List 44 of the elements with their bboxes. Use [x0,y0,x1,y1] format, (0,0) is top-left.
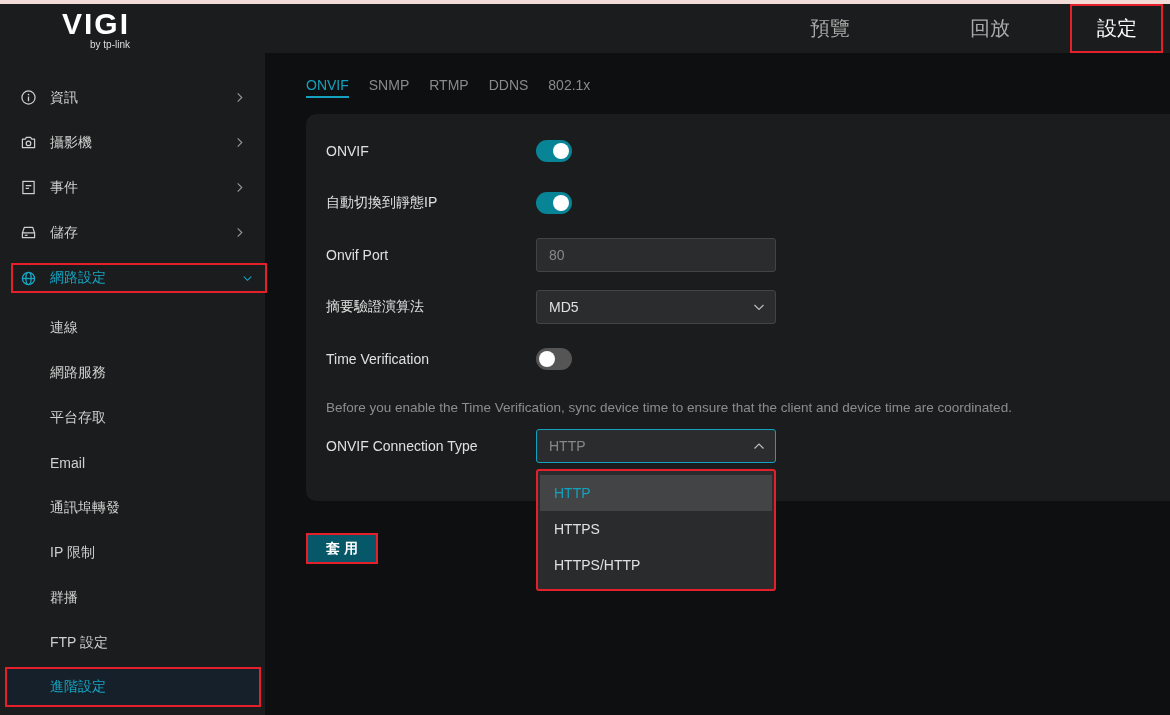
storage-drive-icon [21,225,36,240]
hint-text: Before you enable the Time Verification, sync device time to ensure that the client and device time are coordinated. [326,398,1013,417]
sidebar-item[interactable]: 事件 [0,165,265,210]
toggle-switch[interactable] [536,192,572,214]
sidebar-subitem[interactable]: Email [0,440,265,485]
sidebar-subitem[interactable]: 群播 [0,575,265,620]
top-nav-tab[interactable]: 設定 [1070,4,1163,53]
sidebar-item[interactable]: 網路設定 [11,263,267,293]
sidebar-item[interactable]: 資訊 [0,75,265,120]
sidebar-subitem[interactable]: 網路服務 [0,350,265,395]
dropdown-option[interactable]: HTTPS/HTTP [540,547,772,583]
sidebar-subitem[interactable]: 連線 [0,305,265,350]
tab[interactable]: RTMP [429,77,469,98]
field-label: Onvif Port [326,247,390,263]
sidebar-subitem[interactable]: 進階設定 [5,667,261,707]
field-label: 摘要驗證演算法 [326,298,425,316]
tab[interactable]: DDNS [488,77,529,98]
field-label: 自動切換到靜態IP [326,194,439,212]
tab[interactable]: 802.1x [548,77,591,98]
dropdown-field[interactable]: MD5 [536,290,776,324]
sidebar-subitem[interactable]: FTP 設定 [0,620,265,665]
camera-icon [21,135,36,150]
sidebar-subitem[interactable]: IP 限制 [0,530,265,575]
tab[interactable]: ONVIF [306,77,349,98]
sidebar-subitem[interactable]: 平台存取 [0,395,265,440]
logo-wordmark: VIGI [62,9,130,39]
top-nav-tab[interactable]: 預覽 [750,4,910,53]
toggle-switch[interactable] [536,140,572,162]
apply-button[interactable]: 套 用 [306,533,378,564]
tab[interactable]: SNMP [368,77,410,98]
info-icon [21,90,36,105]
field-label: Time Verification [326,351,430,367]
sidebar-subitem[interactable]: 通訊埠轉發 [0,485,265,530]
top-nav-tab[interactable]: 回放 [910,4,1070,53]
toggle-switch[interactable] [536,348,572,370]
sidebar-item[interactable]: 儲存 [0,210,265,255]
document-icon [21,180,36,195]
globe-icon [21,270,36,286]
field-label: ONVIF [326,143,370,159]
dropdown-field[interactable]: HTTP [536,429,776,463]
field-label: ONVIF Connection Type [326,438,479,454]
logo-tagline: by tp-link [90,40,130,50]
sidebar-item[interactable]: 攝影機 [0,120,265,165]
dropdown-option[interactable]: HTTPS [540,511,772,547]
